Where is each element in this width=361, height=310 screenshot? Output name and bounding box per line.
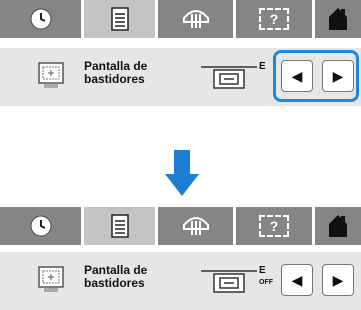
tab-thread[interactable] bbox=[158, 207, 236, 245]
document-icon bbox=[110, 214, 129, 238]
highlight-box bbox=[273, 50, 359, 102]
embroidery-frame-setting-row: Pantalla de bastidores E ◀ ▶ bbox=[0, 48, 361, 106]
help-icon-label: ? bbox=[269, 11, 279, 27]
tab-document[interactable] bbox=[84, 0, 158, 38]
tab-bar: ? bbox=[0, 207, 361, 245]
setting-label: Pantalla de bastidores bbox=[84, 263, 148, 290]
next-button[interactable]: ▶ bbox=[322, 264, 354, 296]
frame-display-icon bbox=[201, 270, 257, 293]
embroidery-frame-icon bbox=[38, 266, 64, 292]
previous-button[interactable]: ◀ bbox=[281, 264, 313, 296]
tab-help[interactable]: ? bbox=[236, 207, 315, 245]
tab-clock[interactable] bbox=[0, 0, 84, 38]
help-icon: ? bbox=[259, 215, 289, 237]
settings-panel-after: ? Pantalla de bastidores E OFF ◀ ▶ bbox=[0, 207, 361, 310]
setting-value-letter: E bbox=[259, 61, 266, 72]
setting-label: Pantalla de bastidores bbox=[84, 59, 148, 86]
setting-value-letter: E bbox=[259, 265, 266, 276]
help-icon: ? bbox=[259, 8, 289, 30]
home-icon bbox=[329, 215, 347, 237]
tab-document[interactable] bbox=[84, 207, 158, 245]
settings-panel-before: ? Pantalla de bastidores E ◀ ▶ bbox=[0, 0, 361, 120]
tab-home[interactable] bbox=[315, 0, 361, 38]
clock-icon bbox=[30, 8, 51, 30]
tab-help[interactable]: ? bbox=[236, 0, 315, 38]
left-arrow-icon: ◀ bbox=[291, 271, 303, 288]
right-arrow-icon: ▶ bbox=[332, 271, 344, 288]
embroidery-frame-setting-row: Pantalla de bastidores E OFF ◀ ▶ bbox=[0, 252, 361, 310]
embroidery-frame-icon bbox=[38, 62, 64, 88]
clock-icon bbox=[30, 215, 51, 237]
home-icon bbox=[329, 8, 347, 30]
setting-value-off: OFF bbox=[259, 279, 273, 286]
tab-bar: ? bbox=[0, 0, 361, 38]
help-icon-label: ? bbox=[269, 218, 279, 234]
thread-icon bbox=[182, 10, 209, 28]
thread-icon bbox=[182, 217, 209, 235]
document-icon bbox=[110, 7, 129, 31]
down-arrow-icon bbox=[165, 150, 199, 196]
frame-display-icon bbox=[201, 66, 257, 89]
tab-clock[interactable] bbox=[0, 207, 84, 245]
tab-thread[interactable] bbox=[158, 0, 236, 38]
tab-home[interactable] bbox=[315, 207, 361, 245]
